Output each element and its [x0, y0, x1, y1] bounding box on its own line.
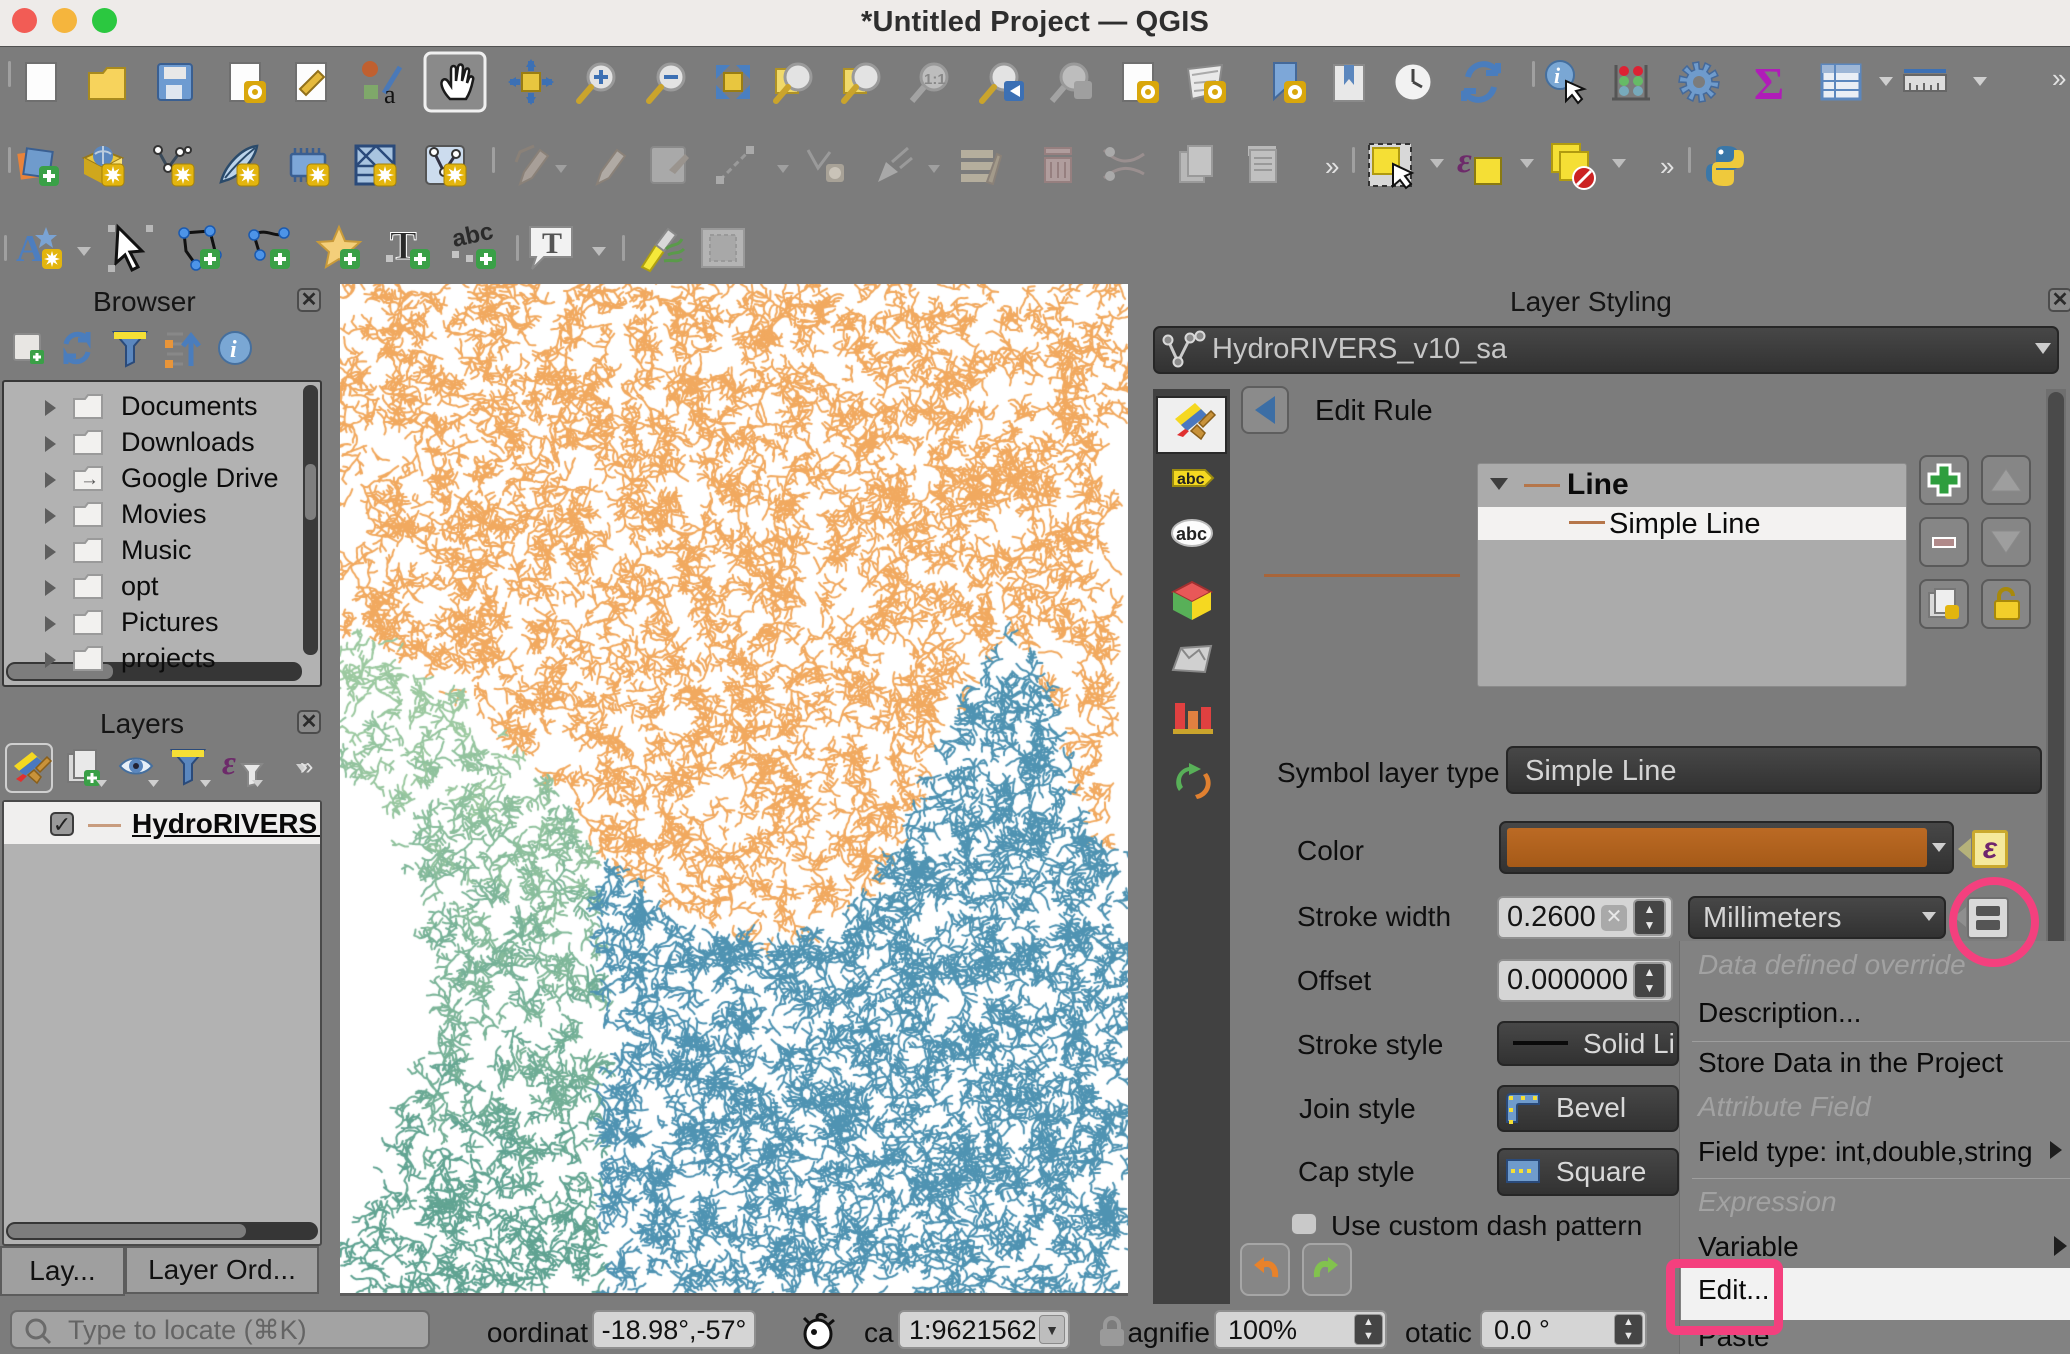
svg-text:a: a [384, 80, 396, 109]
svg-text:»: » [1660, 151, 1674, 181]
svg-text:Σ: Σ [1754, 58, 1784, 109]
svg-text:»: » [2052, 63, 2066, 93]
svg-text:»: » [1325, 151, 1339, 181]
svg-text:T: T [542, 227, 562, 260]
svg-text:abc: abc [1176, 524, 1207, 544]
svg-text:A: A [16, 228, 44, 270]
svg-text:abc: abc [450, 218, 496, 253]
svg-text:»: » [300, 753, 313, 780]
svg-text:i: i [1554, 63, 1561, 88]
svg-text:i: i [230, 337, 237, 363]
svg-text:ε: ε [1457, 140, 1472, 180]
svg-text:1:1: 1:1 [924, 71, 946, 88]
svg-text:abc: abc [1177, 471, 1205, 488]
svg-text:ε: ε [222, 745, 236, 782]
